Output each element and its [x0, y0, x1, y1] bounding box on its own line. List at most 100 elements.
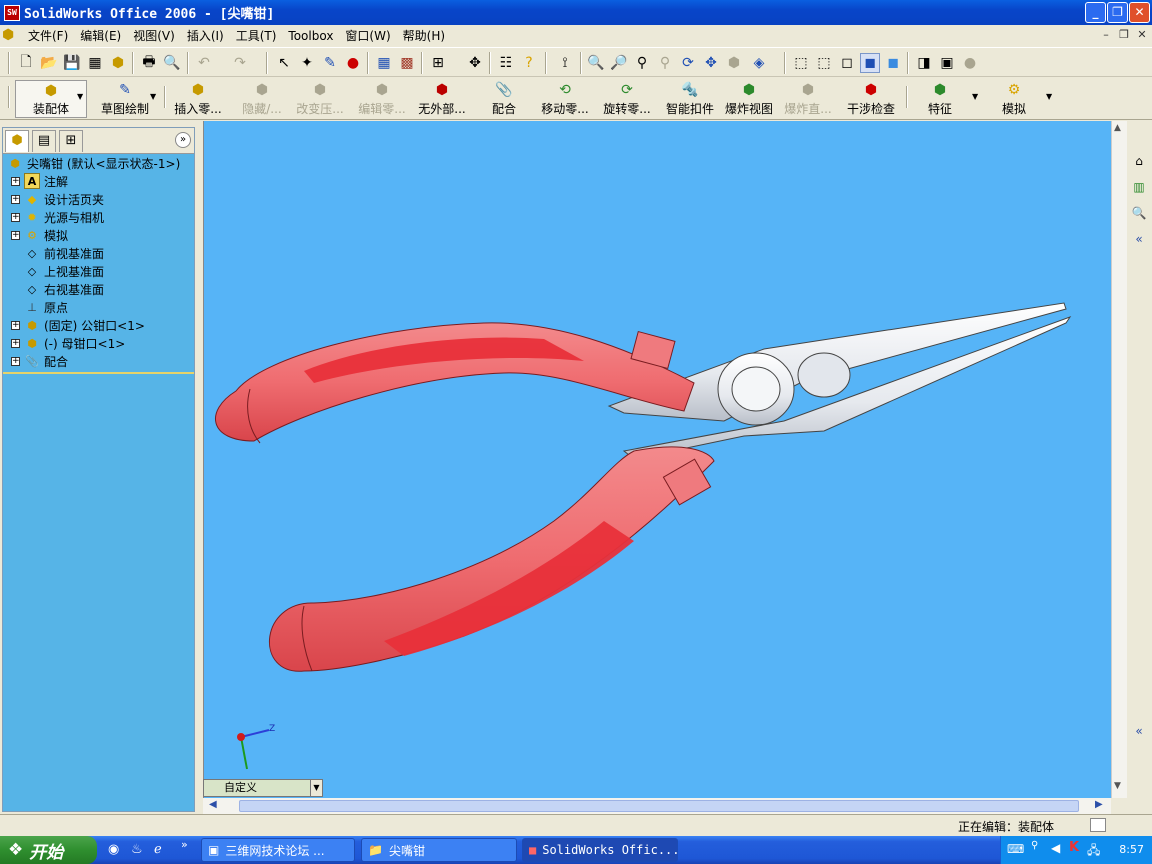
hidden-lines-visible-icon[interactable]: ⬚	[814, 53, 834, 73]
feature-tree-tab-icon[interactable]: ⬢	[5, 130, 29, 152]
tray-icon[interactable]: ⚲	[1031, 840, 1038, 851]
scroll-left-icon[interactable]: ◀	[209, 799, 217, 810]
appearance-icon[interactable]: ▩	[397, 53, 417, 73]
rollback-bar[interactable]	[3, 372, 194, 374]
expand-panel-icon[interactable]: »	[175, 132, 191, 148]
tree-item-float-jaw[interactable]: + ⬢ (-) 母钳口<1>	[11, 334, 125, 352]
view-3d-icon[interactable]: ⬢	[724, 53, 744, 73]
tree-item-simulation[interactable]: + ⚙ 模拟	[11, 226, 68, 244]
open-icon[interactable]: 📂	[39, 53, 59, 73]
task-folder[interactable]: 📁 尖嘴钳	[361, 838, 517, 862]
design-library-icon[interactable]: ▥	[1129, 177, 1149, 199]
sketch-pencil-icon[interactable]: ✎	[320, 53, 340, 73]
menu-tools[interactable]: 工具(T)	[230, 27, 283, 44]
save-icon[interactable]: 💾	[62, 53, 82, 73]
select-icon[interactable]: ↖	[274, 53, 294, 73]
task-solidworks[interactable]: ■ SolidWorks Offic...	[522, 838, 678, 862]
shaded-icon[interactable]: ◼	[883, 53, 903, 73]
simulation-dropdown-icon[interactable]: ▼	[1046, 92, 1052, 101]
perspective-icon[interactable]: ▣	[937, 53, 957, 73]
quicklaunch-icon[interactable]: ♨	[131, 842, 143, 857]
pan-icon[interactable]: ✥	[701, 53, 721, 73]
scroll-down-icon[interactable]: ▼	[1114, 781, 1121, 791]
expand-icon[interactable]: +	[11, 212, 20, 222]
select-other-icon[interactable]: ✦	[297, 53, 317, 73]
help-icon[interactable]: ?	[519, 53, 539, 73]
keyboard-icon[interactable]: ⌨	[1007, 842, 1024, 856]
task-forum[interactable]: ▣ 三维网技术论坛 ...	[201, 838, 355, 862]
tree-root[interactable]: ⬢ 尖嘴钳 (默认<显示状态-1>)	[7, 154, 180, 172]
print-icon[interactable]: 🖶	[139, 53, 159, 73]
standard-views-icon[interactable]: ◈	[749, 53, 769, 73]
file-explorer-icon[interactable]: 🔍	[1129, 203, 1149, 225]
tree-item-fixed-jaw[interactable]: + ⬢ (固定) 公钳口<1>	[11, 316, 145, 334]
status-box-icon[interactable]	[1090, 818, 1106, 832]
assembly-dropdown-icon[interactable]: ▼	[77, 92, 83, 101]
expand-icon[interactable]: +	[11, 230, 20, 240]
move-component-button[interactable]: ⟲ 移动零...	[536, 80, 594, 118]
configuration-select[interactable]: 自定义 ▼	[203, 779, 323, 797]
expand-icon[interactable]: +	[11, 176, 20, 186]
minimize-button[interactable]: _	[1085, 2, 1106, 23]
move-triad-icon[interactable]: ✥	[465, 53, 485, 73]
chevron-down-icon[interactable]: ▼	[310, 780, 322, 796]
properties-icon[interactable]: ☷	[496, 53, 516, 73]
rebuild-icon[interactable]: ●	[343, 53, 363, 73]
expand-icon[interactable]: +	[11, 320, 20, 330]
measure-icon[interactable]: ⟟	[555, 53, 575, 73]
edit-component-button[interactable]: ⬢ 编辑零...	[354, 80, 410, 118]
tree-item-annotations[interactable]: + A 注解	[11, 172, 68, 190]
rotate-component-button[interactable]: ⟳ 旋转零...	[598, 80, 656, 118]
doc-minimize-icon[interactable]: –	[1098, 28, 1114, 43]
expand-task-pane-icon[interactable]: «	[1129, 721, 1149, 743]
horizontal-scrollbar[interactable]: ◀ ▶	[203, 798, 1111, 814]
shaded-with-edges-icon[interactable]: ◼	[860, 53, 880, 73]
features-button[interactable]: ⬢ 特征	[922, 80, 958, 118]
doc-close-icon[interactable]: ✕	[1134, 28, 1150, 43]
make-drawing-icon[interactable]: ▦	[85, 53, 105, 73]
tree-item-lights-cameras[interactable]: + ✹ 光源与相机	[11, 208, 104, 226]
tree-item-right-plane[interactable]: ◇ 右视基准面	[24, 280, 104, 298]
scroll-up-icon[interactable]: ▲	[1114, 123, 1121, 133]
menu-view[interactable]: 视图(V)	[127, 27, 181, 44]
change-suppression-button[interactable]: ⬢ 改变压...	[292, 80, 348, 118]
interference-check-button[interactable]: ⬢ 干涉检查	[844, 80, 898, 118]
arrow-left-icon[interactable]: ◀	[1051, 841, 1060, 855]
vertical-scrollbar[interactable]: ▲ ▼	[1111, 121, 1127, 798]
more-icon[interactable]: »	[181, 838, 188, 851]
exploded-view-button[interactable]: ⬢ 爆炸视图	[722, 80, 776, 118]
no-external-refs-button[interactable]: ⬢ 无外部...	[414, 80, 470, 118]
collapse-left-icon[interactable]: «	[1129, 229, 1149, 251]
features-dropdown-icon[interactable]: ▼	[972, 92, 978, 101]
explode-line-button[interactable]: ⬢ 爆炸直...	[780, 80, 836, 118]
menu-window[interactable]: 窗口(W)	[339, 27, 396, 44]
maximize-button[interactable]: ❐	[1107, 2, 1128, 23]
smart-fasteners-button[interactable]: 🔩 智能扣件	[662, 80, 718, 118]
start-button[interactable]: ❖ 开始	[0, 836, 97, 864]
menu-file[interactable]: 文件(F)	[22, 27, 74, 44]
menu-insert[interactable]: 插入(I)	[181, 27, 230, 44]
property-manager-tab-icon[interactable]: ▤	[32, 130, 56, 152]
wireframe-icon[interactable]: ⬚	[791, 53, 811, 73]
view-orientation-icon[interactable]: ⊞	[428, 53, 448, 73]
zoom-selection-icon[interactable]: ⚲	[655, 53, 675, 73]
ie-icon[interactable]: ℯ	[154, 842, 162, 857]
menu-help[interactable]: 帮助(H)	[397, 27, 451, 44]
pliers-model[interactable]	[204, 121, 1111, 798]
hide-show-button[interactable]: ⬢ 隐藏/...	[234, 80, 290, 118]
solidworks-app-icon[interactable]: SW	[4, 4, 20, 21]
tree-item-mates[interactable]: + 📎 配合	[11, 352, 68, 370]
configuration-manager-tab-icon[interactable]: ⊞	[59, 130, 83, 152]
undo-icon[interactable]: ↶	[194, 53, 214, 73]
expand-icon[interactable]: +	[11, 194, 20, 204]
scroll-thumb[interactable]	[239, 800, 1079, 812]
menu-toolbox[interactable]: Toolbox	[282, 29, 339, 43]
sketch-dropdown-icon[interactable]: ▼	[150, 92, 156, 101]
network-icon[interactable]: 🖧	[1087, 841, 1100, 862]
tree-item-origin[interactable]: ⊥ 原点	[24, 298, 68, 316]
zoom-area-icon[interactable]: 🔎	[609, 53, 629, 73]
zoom-in-out-icon[interactable]: ⚲	[632, 53, 652, 73]
quicklaunch-icon[interactable]: ◉	[108, 842, 119, 857]
doc-restore-icon[interactable]: ❐	[1116, 28, 1132, 43]
hidden-lines-removed-icon[interactable]: ◻	[837, 53, 857, 73]
